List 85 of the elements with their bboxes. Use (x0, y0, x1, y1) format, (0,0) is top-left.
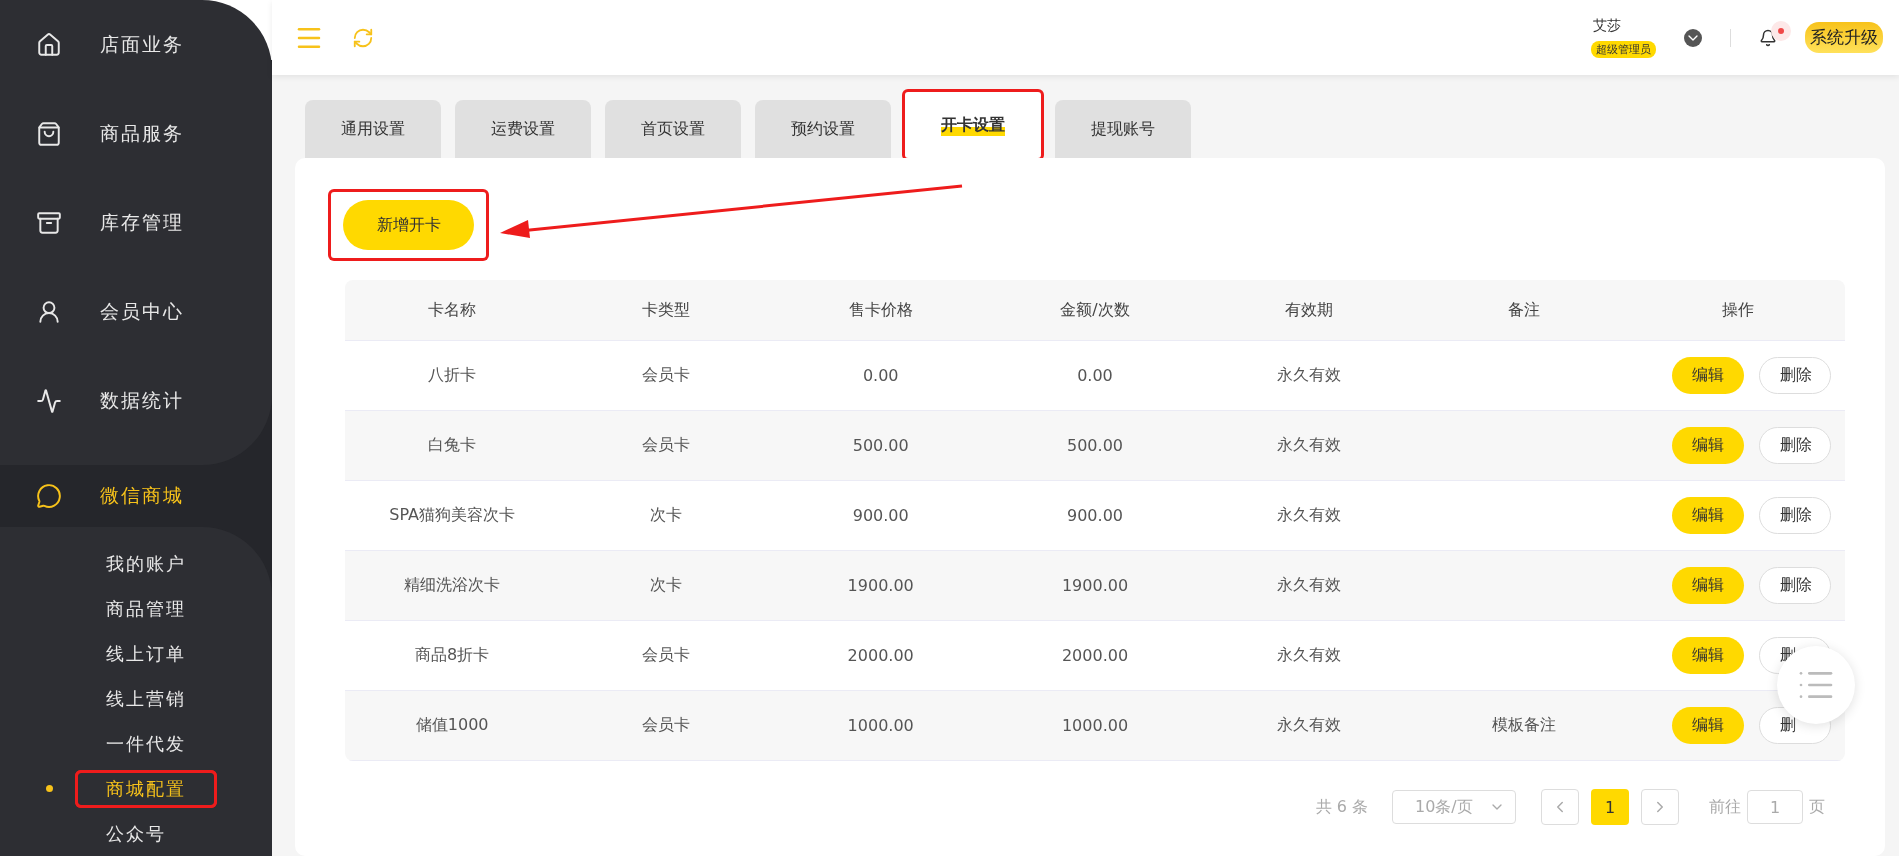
column-header: 售卡价格 (847, 299, 914, 321)
table-cell-text: 500.00 (1066, 436, 1124, 455)
prev-page-button[interactable] (1541, 789, 1579, 825)
sidebar-item[interactable]: 商品服务 (0, 89, 272, 178)
dropdown-icon[interactable] (1684, 28, 1702, 47)
table-cell-text: 白兔卡 (427, 435, 478, 456)
total-count: 共 6 条 (1315, 796, 1368, 818)
table-cell-text: 会员卡 (641, 435, 692, 456)
submenu-item[interactable]: 我的账户 (106, 547, 186, 580)
active-dot (46, 785, 53, 792)
chart-icon (36, 387, 62, 414)
table-cell-text: 商品8折卡 (414, 645, 491, 666)
submenu-item[interactable]: 一件代发 (106, 727, 186, 760)
sidebar-item[interactable]: 店面业务 (0, 0, 272, 89)
page-suffix: 页 (1809, 796, 1825, 818)
sidebar-item[interactable]: 库存管理 (0, 178, 272, 267)
submenu-item[interactable]: 线上营销 (106, 682, 186, 715)
submenu-item[interactable]: 公众号 (106, 817, 166, 850)
chat-icon (36, 483, 62, 509)
edit-button[interactable]: 编辑 (1672, 637, 1744, 674)
edit-button[interactable]: 编辑 (1672, 357, 1744, 394)
table-cell-text: 永久有效 (1276, 365, 1343, 386)
user-name: 艾莎 (1593, 17, 1621, 35)
table-cell-text: 模板备注 (1490, 715, 1557, 736)
table-cell-text: 储值1000 (414, 715, 490, 736)
column-header: 卡类型 (641, 299, 692, 321)
column-header: 备注 (1506, 299, 1541, 321)
column-header: 有效期 (1284, 299, 1335, 321)
refresh-icon[interactable] (352, 26, 374, 49)
tab[interactable]: 提现账号 (1055, 100, 1191, 158)
submenu-item[interactable]: 商城配置 (78, 772, 214, 805)
table-cell-text: 900.00 (851, 506, 910, 525)
person-icon (36, 298, 62, 325)
role-tag: 超级管理员 (1591, 41, 1656, 58)
column-header: 卡名称 (427, 299, 478, 321)
table-cell-text: 次卡 (649, 505, 684, 526)
table-cell-text: 永久有效 (1276, 715, 1343, 736)
sidebar-item[interactable]: 数据统计 (0, 356, 272, 445)
tab[interactable]: 首页设置 (605, 100, 741, 158)
table-cell-text: 1900.00 (1060, 576, 1130, 595)
edit-button[interactable]: 编辑 (1672, 497, 1744, 534)
delete-button[interactable]: 删除 (1759, 567, 1831, 604)
table-cell-text: 0.00 (1076, 366, 1114, 385)
table-cell-text: 会员卡 (641, 715, 692, 736)
table-cell-text: 八折卡 (427, 365, 478, 386)
tab[interactable]: 通用设置 (305, 100, 441, 158)
submenu-item[interactable]: 线上订单 (106, 637, 186, 670)
table-cell-text: SPA猫狗美容次卡 (388, 505, 516, 526)
column-header: 操作 (1720, 299, 1755, 321)
table-cell-text: 永久有效 (1276, 435, 1343, 456)
upgrade-button[interactable]: 系统升级 (1805, 22, 1883, 53)
table-cell-text: 0.00 (861, 366, 900, 385)
table-cell-text: 精细洗浴次卡 (403, 575, 502, 596)
next-page-button[interactable] (1641, 789, 1679, 825)
delete-button[interactable]: 删除 (1759, 497, 1831, 534)
edit-button[interactable]: 编辑 (1672, 707, 1744, 744)
table-cell-text: 900.00 (1066, 506, 1124, 525)
table-cell-text: 2000.00 (1060, 646, 1130, 665)
table-cell-text: 永久有效 (1276, 645, 1343, 666)
tab[interactable]: 预约设置 (755, 100, 891, 158)
goto-label: 前往 (1709, 796, 1741, 818)
table-cell-text: 永久有效 (1276, 575, 1343, 596)
bell-icon[interactable] (1759, 28, 1777, 47)
table-cell-text: 1000.00 (846, 716, 915, 735)
house-icon (36, 31, 62, 58)
table-cell-text: 会员卡 (641, 645, 692, 666)
table-cell-text: 永久有效 (1276, 505, 1343, 526)
box-icon (36, 209, 62, 236)
table-cell-text: 1000.00 (1060, 716, 1130, 735)
tab[interactable]: 运费设置 (455, 100, 591, 158)
table-cell-text: 500.00 (851, 436, 910, 455)
table-cell-text: 次卡 (649, 575, 684, 596)
edit-button[interactable]: 编辑 (1672, 567, 1744, 604)
table-cell-text: 1900.00 (846, 576, 915, 595)
table-cell-text: 2000.00 (846, 646, 915, 665)
submenu-item[interactable]: 商品管理 (106, 592, 186, 625)
bag-icon (36, 120, 62, 147)
column-header: 金额/次数 (1059, 299, 1131, 321)
edit-button[interactable]: 编辑 (1672, 427, 1744, 464)
page-button[interactable]: 1 (1591, 789, 1629, 825)
table-cell-text: 会员卡 (641, 365, 692, 386)
sidebar-item[interactable]: 会员中心 (0, 267, 272, 356)
delete-button[interactable]: 删除 (1759, 357, 1831, 394)
delete-button[interactable]: 删除 (1759, 427, 1831, 464)
add-card-button[interactable]: 新增开卡 (343, 200, 474, 250)
